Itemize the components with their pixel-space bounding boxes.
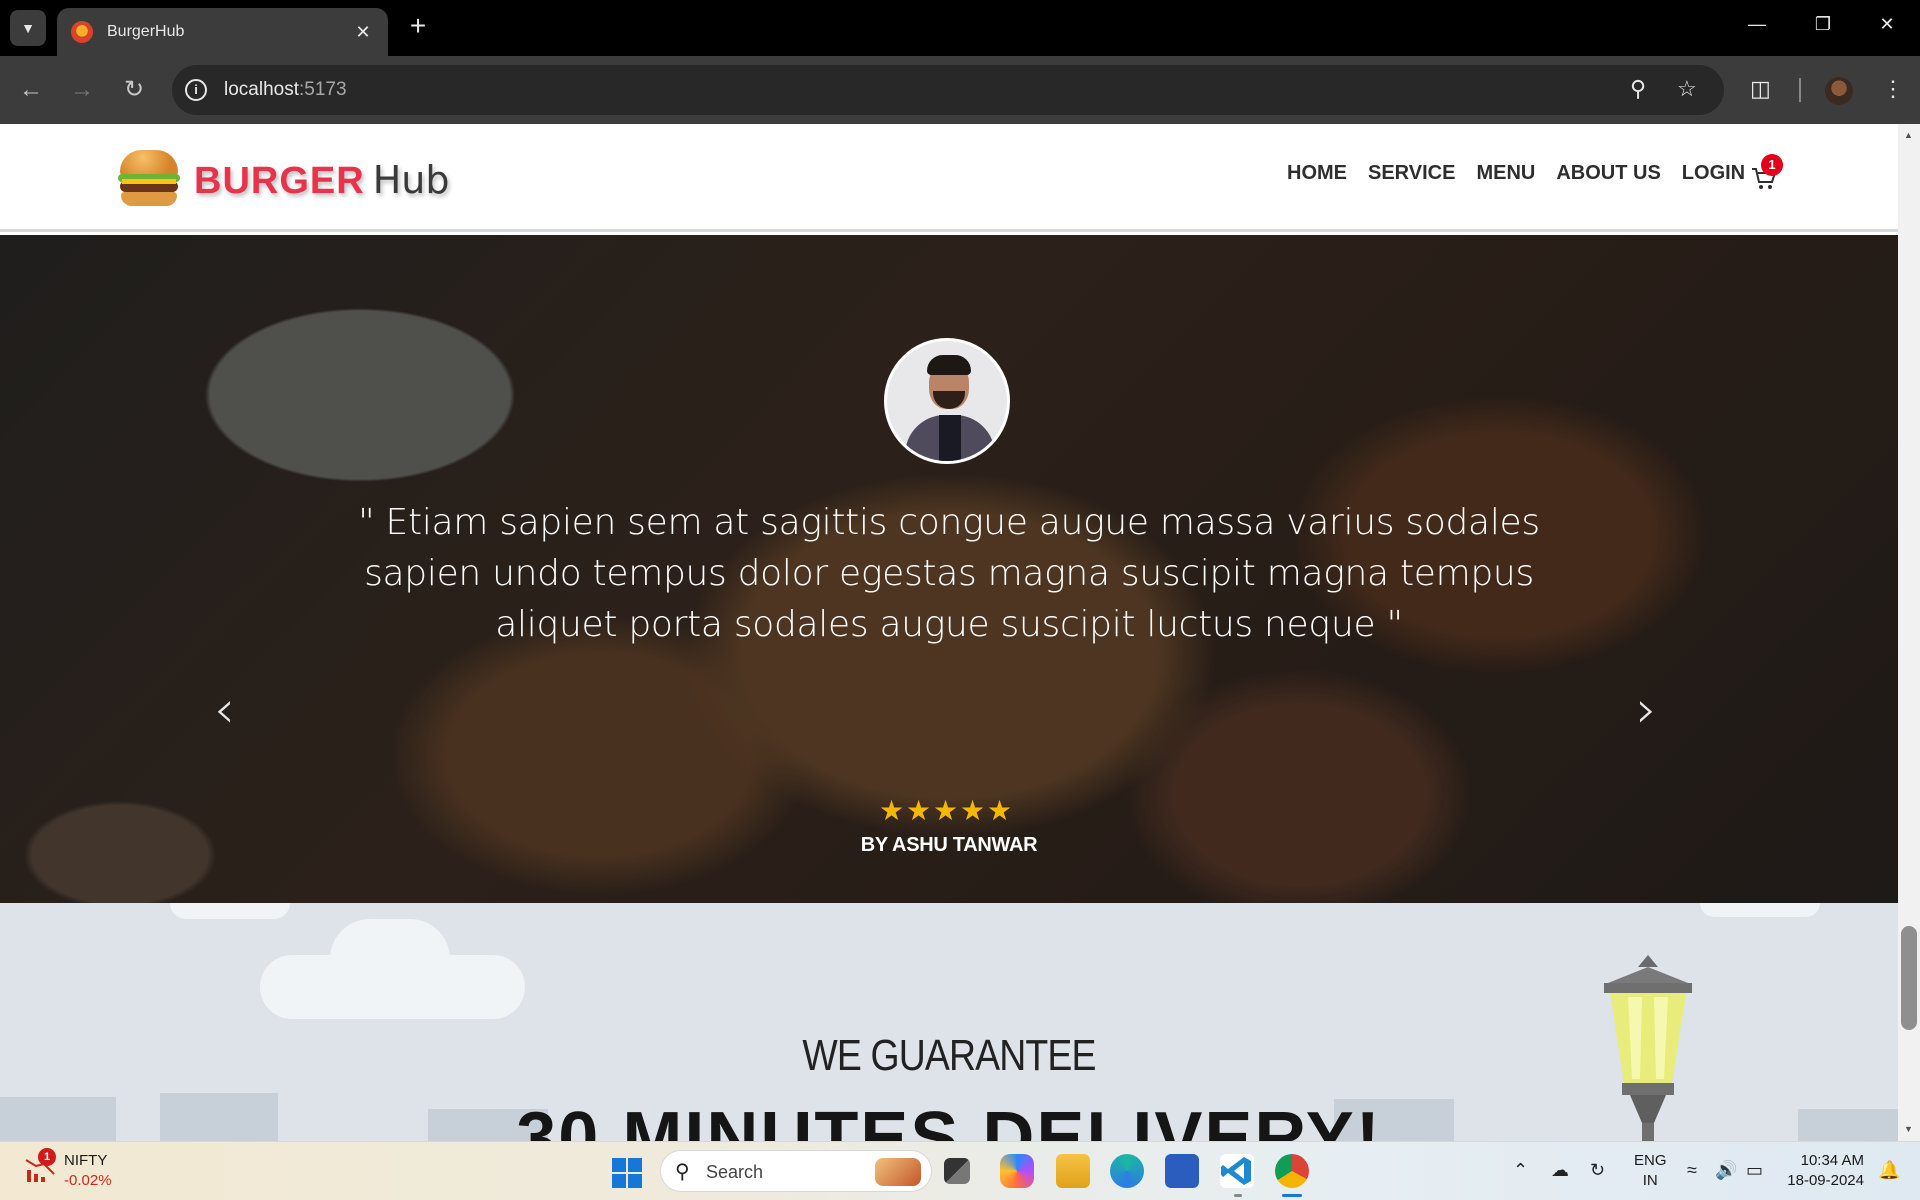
taskbar-search[interactable]: ⚲ Search xyxy=(660,1150,932,1192)
file-explorer-icon[interactable] xyxy=(1056,1154,1090,1188)
vscode-icon[interactable] xyxy=(1220,1154,1254,1188)
search-icon: ⚲ xyxy=(675,1161,690,1183)
language-indicator[interactable]: ENG IN xyxy=(1634,1151,1667,1191)
testimonial-author: BY ASHU TANWAR xyxy=(860,834,1038,856)
forward-icon[interactable]: → xyxy=(67,75,97,105)
reviewer-avatar xyxy=(884,338,1010,464)
battery-icon[interactable]: ▭ xyxy=(1746,1160,1763,1181)
street-lamp-icon xyxy=(1604,955,1692,1141)
app-active-indicator xyxy=(1282,1194,1302,1197)
close-tab-icon[interactable]: ✕ xyxy=(352,22,374,43)
search-label: Search xyxy=(706,1162,764,1182)
copilot-icon[interactable] xyxy=(1000,1154,1034,1188)
stock-change[interactable]: -0.02% xyxy=(64,1172,112,1189)
nav-menu[interactable]: MENU xyxy=(1476,162,1535,185)
notification-badge: 1 xyxy=(38,1148,56,1166)
toolbar-divider xyxy=(1799,78,1801,102)
nav-about-us[interactable]: ABOUT US xyxy=(1556,162,1660,185)
onedrive-icon[interactable]: ☁ xyxy=(1551,1160,1569,1181)
minimize-icon[interactable]: — xyxy=(1742,14,1772,35)
nav-home[interactable]: HOME xyxy=(1287,162,1347,185)
cloud-decoration xyxy=(1700,903,1820,917)
kebab-menu-icon[interactable]: ⋮ xyxy=(1882,76,1904,102)
rating-stars: ★★★★★ xyxy=(878,794,1013,827)
stock-name[interactable]: NIFTY xyxy=(64,1152,107,1169)
address-bar[interactable]: i localhost:5173 ⚲ ☆ xyxy=(172,65,1724,115)
chrome-icon[interactable] xyxy=(1275,1154,1309,1188)
favicon-icon xyxy=(71,21,93,43)
star-icon: ★ xyxy=(905,795,932,826)
volume-icon[interactable]: 🔊 xyxy=(1715,1160,1737,1181)
app-running-indicator xyxy=(1234,1194,1242,1197)
browser-tab[interactable]: BurgerHub ✕ xyxy=(57,8,388,56)
chevron-right-icon[interactable]: › xyxy=(1636,680,1657,740)
chevron-down-icon: ▼ xyxy=(21,20,35,36)
cloud-decoration xyxy=(170,903,290,919)
guarantee-subtitle: WE GUARANTEE xyxy=(802,1031,1096,1080)
windows-taskbar: 1 NIFTY -0.02% ⚲ Search ⌃ ☁ ↻ ENG IN ≈ 🔊 … xyxy=(0,1141,1920,1200)
burger-logo-icon[interactable] xyxy=(118,150,180,208)
url-text[interactable]: localhost:5173 xyxy=(224,79,347,101)
search-highlight-image xyxy=(875,1158,921,1186)
star-icon: ★ xyxy=(986,795,1013,826)
site-logo[interactable]: BURGER Hub xyxy=(194,158,449,203)
notification-bell-icon[interactable]: 🔔 xyxy=(1878,1160,1900,1181)
sync-icon[interactable]: ↻ xyxy=(1590,1160,1605,1181)
browser-toolbar: ← → ↻ i localhost:5173 ⚲ ☆ ◫ ⋮ xyxy=(0,56,1920,124)
browser-tab-bar: ▼ BurgerHub ✕ + — ❐ ✕ xyxy=(0,0,1920,56)
star-icon: ★ xyxy=(932,795,959,826)
edge-icon[interactable] xyxy=(1110,1154,1144,1188)
wifi-icon[interactable]: ≈ xyxy=(1687,1160,1697,1181)
star-icon: ★ xyxy=(878,795,905,826)
page-viewport: BURGER Hub HOME SERVICE MENU ABOUT US LOG… xyxy=(0,124,1898,1141)
chevron-up-icon[interactable]: ⌃ xyxy=(1513,1160,1528,1181)
nav-login[interactable]: LOGIN xyxy=(1682,162,1745,185)
tab-title: BurgerHub xyxy=(107,23,185,40)
guarantee-section: WE GUARANTEE 30 MINUTES DELIVERY! xyxy=(0,903,1898,1141)
scroll-down-icon[interactable]: ▼ xyxy=(1904,1124,1913,1134)
tab-search-button[interactable]: ▼ xyxy=(10,10,46,46)
cloud-decoration xyxy=(330,919,450,999)
scroll-thumb[interactable] xyxy=(1901,926,1917,1030)
testimonial-quote: " Etiam sapien sem at sagittis congue au… xyxy=(358,502,1540,645)
scroll-up-icon[interactable]: ▲ xyxy=(1904,130,1913,140)
extensions-icon[interactable]: ◫ xyxy=(1750,76,1771,102)
profile-avatar[interactable] xyxy=(1825,77,1853,105)
cart-count-badge: 1 xyxy=(1761,154,1783,176)
star-icon: ★ xyxy=(959,795,986,826)
site-header: BURGER Hub HOME SERVICE MENU ABOUT US LOG… xyxy=(0,124,1898,232)
testimonial-carousel: " Etiam sapien sem at sagittis congue au… xyxy=(0,235,1898,903)
chevron-left-icon[interactable]: ‹ xyxy=(214,680,235,740)
reload-icon[interactable]: ↻ xyxy=(119,75,149,105)
windows-start-icon[interactable] xyxy=(612,1158,642,1188)
system-clock[interactable]: 10:34 AM 18-09-2024 xyxy=(1784,1151,1864,1191)
store-icon[interactable] xyxy=(1165,1154,1199,1188)
new-tab-button[interactable]: + xyxy=(403,12,433,42)
zoom-icon[interactable]: ⚲ xyxy=(1630,76,1646,102)
restore-icon[interactable]: ❐ xyxy=(1808,14,1838,35)
close-window-icon[interactable]: ✕ xyxy=(1872,14,1902,35)
bookmark-star-icon[interactable]: ☆ xyxy=(1677,76,1697,102)
task-view-icon[interactable] xyxy=(944,1158,970,1184)
page-scrollbar[interactable]: ▲ ▼ xyxy=(1898,124,1920,1141)
back-icon[interactable]: ← xyxy=(16,75,46,105)
main-nav: HOME SERVICE MENU ABOUT US LOGIN xyxy=(1287,162,1745,185)
nav-service[interactable]: SERVICE xyxy=(1368,162,1455,185)
site-info-icon[interactable]: i xyxy=(185,79,207,101)
